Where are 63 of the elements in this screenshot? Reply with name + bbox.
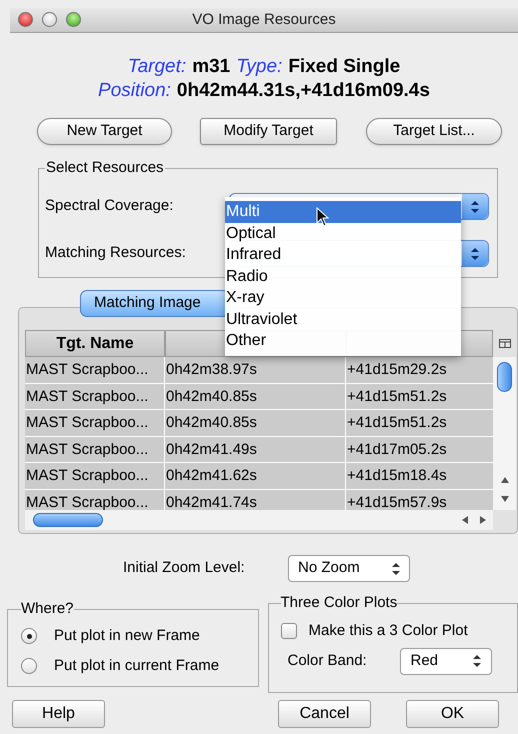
dialog-button[interactable]: Cancel — [278, 700, 371, 728]
pointer-icon — [316, 207, 330, 227]
scroll-thumb[interactable] — [33, 513, 103, 527]
dialog-button[interactable]: OK — [406, 700, 499, 728]
stepper-icon — [471, 248, 479, 260]
field-label: Matching Resources: — [45, 243, 187, 264]
info-label: Position: — [98, 78, 171, 103]
scroll-thumb[interactable] — [497, 362, 512, 392]
minimize-button[interactable] — [42, 12, 57, 27]
info-label: Type: — [236, 54, 282, 79]
table-cell: MAST Scrapboo... — [25, 357, 165, 382]
table-cell: 0h42m38.97s — [165, 357, 346, 382]
table-cell: 0h42m40.85s — [165, 410, 346, 436]
checkbox-label: Make this a 3 Color Plot — [308, 620, 468, 641]
menu-item[interactable]: Infrared — [225, 244, 461, 266]
group-title: Three Color Plots — [280, 594, 398, 612]
table-cell-text: +41d15m51.2s — [346, 413, 448, 433]
info-value: 0h42m44.31s,+41d16m09.4s — [176, 78, 430, 103]
color-band-dropdown[interactable]: Red — [400, 648, 492, 674]
column-header: Tgt. Name — [25, 330, 165, 357]
group-title: Where? — [21, 600, 74, 618]
table-cell: 0h42m41.62s — [165, 463, 346, 488]
group-title: Select Resources — [45, 159, 165, 177]
dialog-button[interactable]: Help — [12, 700, 105, 728]
menu-item[interactable]: Other — [225, 330, 461, 352]
info-value: m31 — [192, 54, 230, 79]
table-cell: 0h42m41.49s — [165, 436, 346, 462]
radio-label: Put plot in current Frame — [54, 656, 220, 676]
zoom-dropdown[interactable]: No Zoom — [288, 555, 410, 582]
table-cell: MAST Scrapboo... — [25, 410, 165, 436]
field-label: Spectral Coverage: — [45, 196, 174, 216]
checkbox[interactable] — [280, 623, 296, 639]
target-button[interactable]: Modify Target — [200, 118, 337, 145]
menu-item[interactable]: Radio — [225, 266, 461, 287]
menu-item[interactable]: Multi — [225, 201, 461, 222]
table-cell: MAST Scrapboo... — [25, 384, 165, 409]
radio-button[interactable] — [21, 658, 37, 674]
table-cell-text: +41d15m29.2s — [346, 360, 448, 380]
window-title: VO Image Resources — [192, 10, 336, 30]
field-label: Color Band: — [288, 650, 368, 671]
close-button[interactable] — [18, 12, 33, 27]
table-cell: 0h42m40.85s — [165, 384, 346, 409]
horizontal-scrollbar[interactable] — [25, 510, 493, 530]
radio-label: Put plot in new Frame — [54, 626, 200, 646]
table-cell-text: +41d15m18.4s — [346, 466, 448, 486]
stepper-icon — [471, 200, 479, 212]
info-value: Fixed Single — [288, 54, 400, 79]
column-chooser-icon[interactable] — [498, 338, 510, 348]
radio-button[interactable] — [21, 628, 37, 644]
table-cell-text: +41d15m57.9s — [346, 492, 448, 510]
zoom-button[interactable] — [66, 12, 81, 27]
table-cell: MAST Scrapboo... — [25, 463, 165, 488]
stepper-icon — [392, 562, 400, 574]
table-cell-text: +41d15m51.2s — [346, 386, 448, 406]
table-cell: MAST Scrapboo... — [25, 436, 165, 462]
info-label: Target: — [128, 54, 186, 79]
target-button[interactable]: New Target — [37, 118, 172, 145]
menu-item[interactable]: Optical — [225, 222, 461, 244]
stepper-icon — [472, 655, 480, 667]
field-label: Initial Zoom Level: — [123, 558, 246, 578]
table-cell-text: +41d17m05.2s — [346, 440, 448, 460]
target-button[interactable]: Target List... — [366, 118, 502, 145]
vertical-scrollbar[interactable] — [493, 357, 516, 510]
